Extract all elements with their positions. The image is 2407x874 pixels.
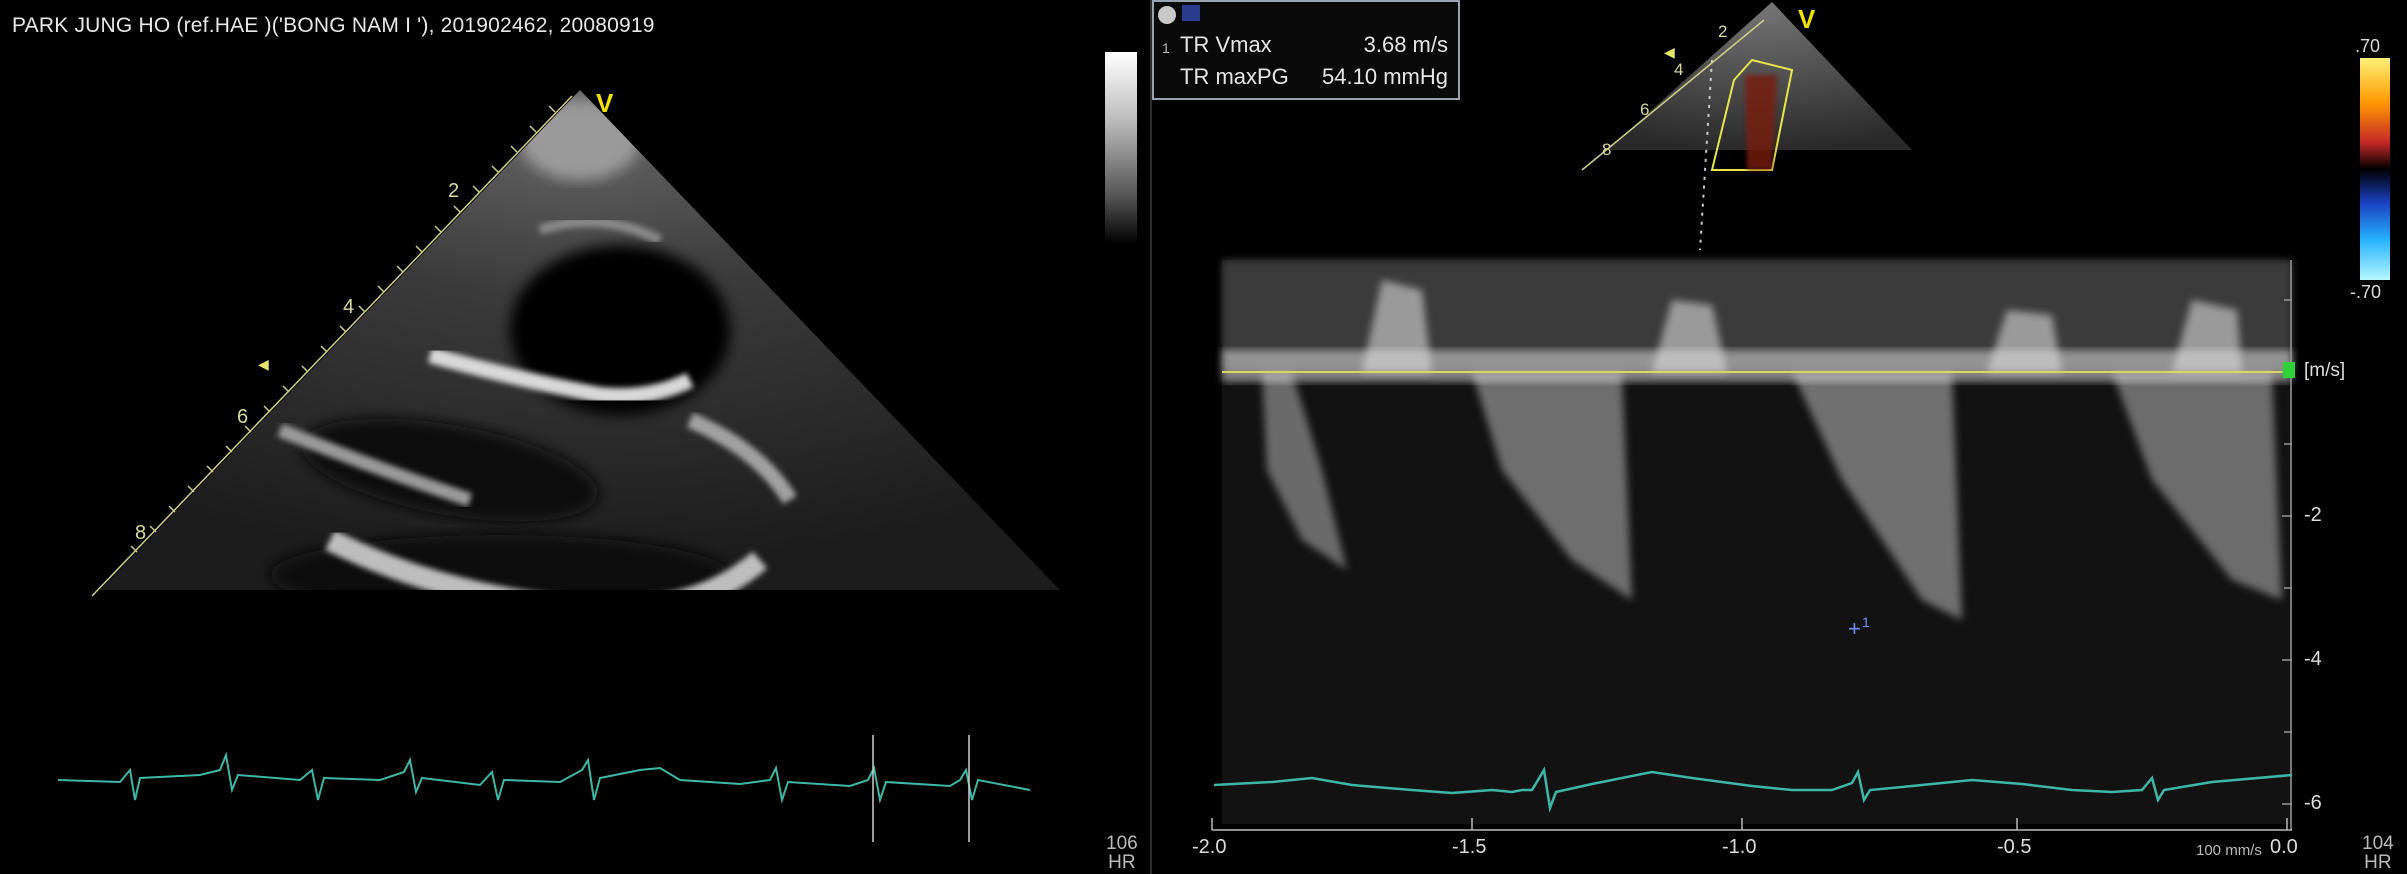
time-tick-minus2: -2.0 bbox=[1192, 836, 1227, 858]
color-scale-bottom: -.70 bbox=[2350, 282, 2382, 302]
velocity-tick-minus4: -4 bbox=[2304, 648, 2322, 670]
depth-label-6: 6 bbox=[237, 406, 249, 428]
preview-depth-2: 2 bbox=[1718, 22, 1728, 41]
sweep-speed: 100 mm/s bbox=[2196, 842, 2262, 859]
crosshair-cursor-icon[interactable]: + bbox=[1848, 616, 1861, 642]
preview-orientation-marker: V bbox=[1798, 4, 1816, 34]
depth-label-4: 4 bbox=[343, 296, 355, 318]
orientation-marker: V bbox=[596, 88, 614, 118]
depth-label-2: 2 bbox=[448, 180, 460, 202]
heart-rate-unit-right: HR bbox=[2364, 852, 2392, 873]
doppler-graphics bbox=[1211, 2, 2293, 831]
time-tick-0: 0.0 bbox=[2270, 836, 2298, 858]
preview-depth-4: 4 bbox=[1674, 60, 1684, 79]
preview-depth-8: 8 bbox=[1602, 140, 1612, 159]
time-tick-minus1: -1.0 bbox=[1722, 836, 1757, 858]
color-scale-top: .70 bbox=[2355, 36, 2381, 56]
heart-rate-value-right: 104 bbox=[2362, 833, 2394, 854]
heart-rate-value: 106 bbox=[1106, 833, 1138, 854]
echo-2d-view: PARK JUNG HO (ref.HAE )('BONG NAM I '), … bbox=[0, 0, 1150, 874]
velocity-unit: [m/s] bbox=[2304, 360, 2346, 381]
color-velocity-bar bbox=[2360, 58, 2390, 280]
cursor-label: 1 bbox=[1862, 614, 1870, 630]
grayscale-bar bbox=[1105, 52, 1137, 244]
preview-sector bbox=[1581, 2, 1912, 251]
focus-marker-icon: ◀ bbox=[258, 356, 269, 372]
depth-label-8: 8 bbox=[135, 522, 147, 544]
spectral-display bbox=[1222, 260, 2292, 824]
velocity-tick-minus6: -6 bbox=[2304, 792, 2322, 814]
velocity-tick-minus2: -2 bbox=[2304, 504, 2322, 526]
doppler-view: 1 TR Vmax 3.68 m/s TR maxPG 54.10 mmHg 2… bbox=[1152, 0, 2407, 874]
preview-depth-6: 6 bbox=[1640, 100, 1650, 119]
ecg-trace bbox=[57, 735, 1031, 842]
time-tick-minus0-5: -0.5 bbox=[1997, 836, 2032, 858]
heart-rate-left: 106 HR bbox=[1106, 834, 1138, 872]
time-tick-minus1-5: -1.5 bbox=[1452, 836, 1487, 858]
baseline-handle[interactable] bbox=[2283, 362, 2295, 378]
heart-rate-unit: HR bbox=[1108, 852, 1136, 873]
preview-focus-marker-icon: ◀ bbox=[1664, 44, 1675, 60]
sector-image bbox=[57, 90, 1060, 842]
heart-rate-right: 104 HR bbox=[2362, 834, 2394, 872]
